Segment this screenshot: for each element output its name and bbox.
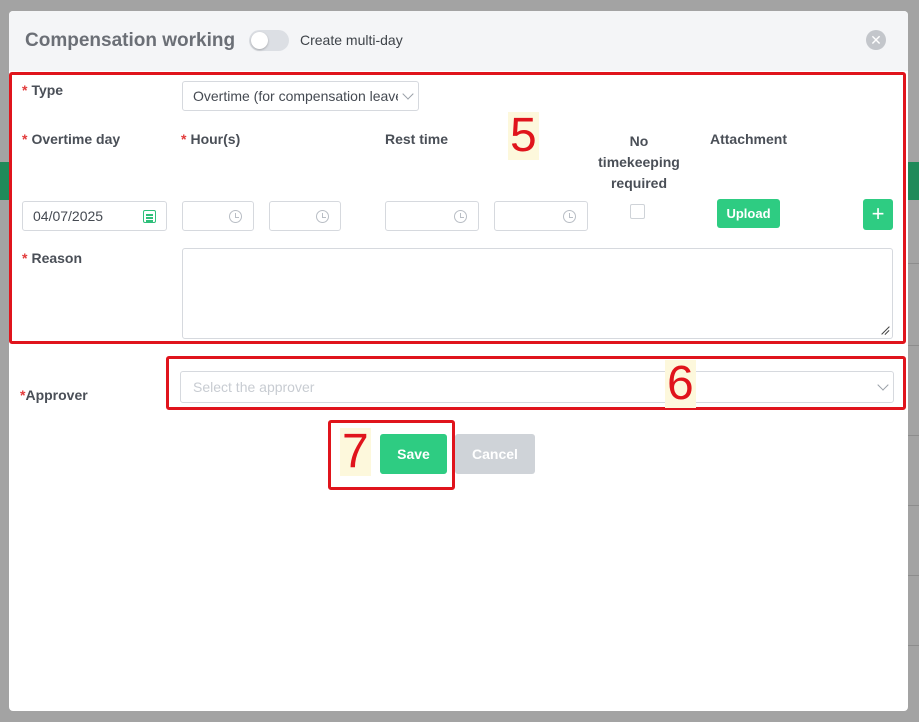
- background-divider: [907, 575, 919, 576]
- dialog-header: Compensation working Create multi-day ✕: [9, 11, 908, 71]
- background-divider: [907, 435, 919, 436]
- background-green-bar-right: [907, 162, 919, 200]
- close-icon[interactable]: ✕: [866, 30, 886, 50]
- annotation-number-5: 5: [508, 109, 539, 162]
- background-divider: [907, 645, 919, 646]
- background-divider: [907, 505, 919, 506]
- annotation-box-6: [166, 356, 906, 410]
- cancel-button[interactable]: Cancel: [455, 434, 535, 474]
- background-divider: [907, 345, 919, 346]
- annotation-number-7: 7: [340, 425, 371, 478]
- approver-label-text: Approver: [25, 387, 88, 403]
- multi-day-toggle[interactable]: [249, 30, 289, 51]
- background-divider: [907, 263, 919, 264]
- approver-label: *Approver: [20, 387, 88, 403]
- multi-day-toggle-label: Create multi-day: [300, 32, 403, 48]
- dialog-title: Compensation working: [25, 30, 236, 51]
- toggle-knob: [251, 32, 268, 49]
- annotation-box-5: [9, 72, 906, 344]
- annotation-number-6: 6: [665, 357, 696, 410]
